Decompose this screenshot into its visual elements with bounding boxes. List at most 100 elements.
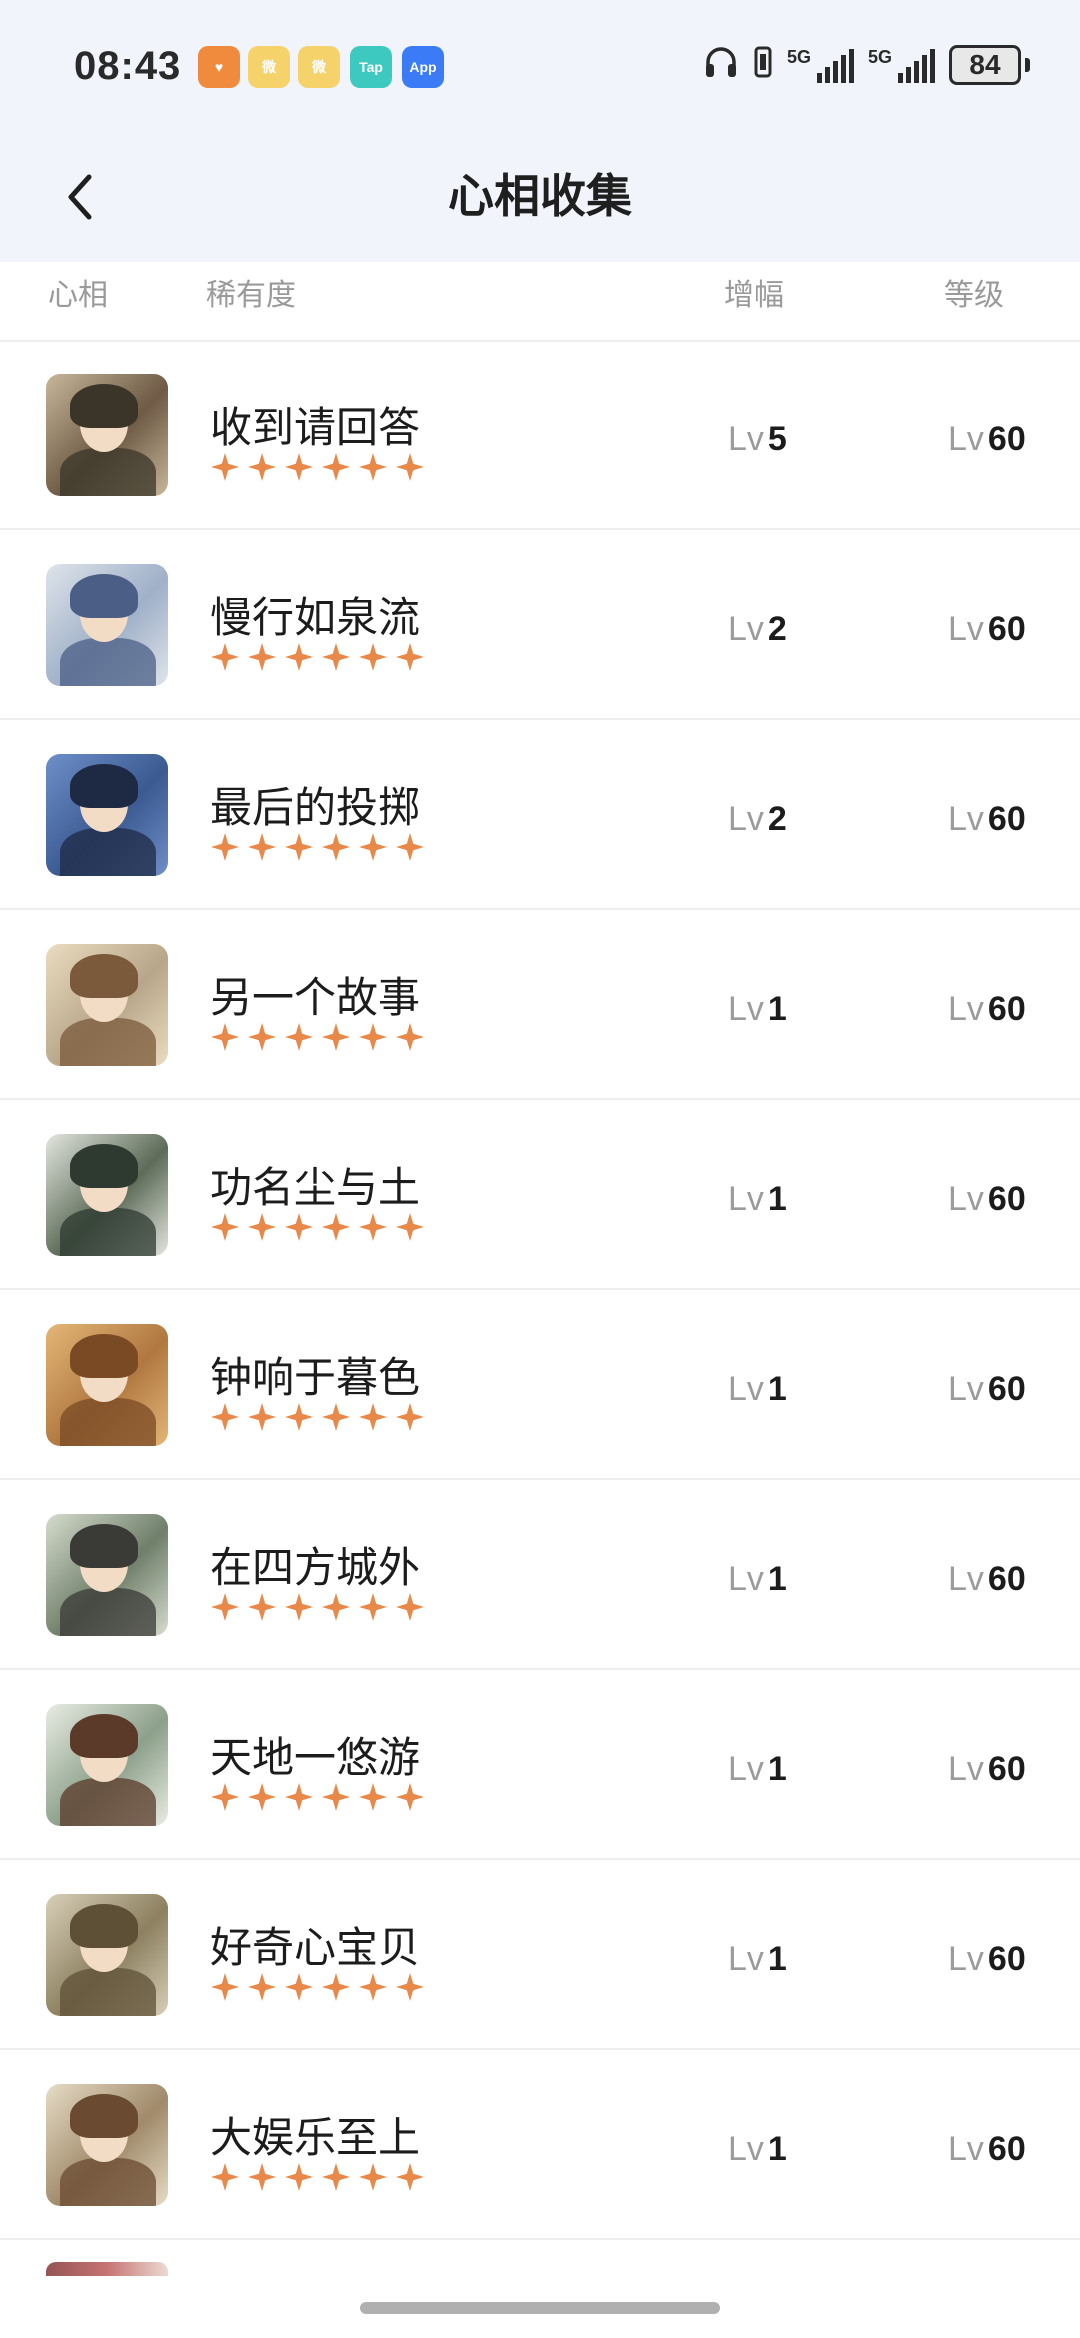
star-icon: [211, 453, 239, 481]
status-time: 08:43: [74, 44, 182, 88]
rarity-stars: [210, 832, 425, 862]
rarity-stars: [210, 1212, 425, 1242]
portrait-thumbnail: [46, 374, 168, 496]
star-icon: [211, 1973, 239, 2001]
health-app-icon: ♥: [198, 46, 240, 88]
list-item[interactable]: 收到请回答 Lv 5 Lv 60: [0, 340, 1080, 530]
vibrate-icon: [753, 44, 773, 85]
rarity-stars: [210, 2162, 425, 2192]
boost-level: Lv 1: [728, 1940, 787, 1978]
boost-level: Lv 1: [728, 990, 787, 1028]
boost-level: Lv 1: [728, 1750, 787, 1788]
character-level: Lv 60: [948, 610, 1026, 648]
character-level: Lv 60: [948, 1180, 1026, 1218]
rarity-stars: [210, 452, 425, 482]
character-level: Lv 60: [948, 990, 1026, 1028]
star-icon: [322, 1023, 350, 1051]
taptap-icon: Tap: [350, 46, 392, 88]
portrait-thumbnail: [46, 2084, 168, 2206]
star-icon: [211, 1403, 239, 1431]
portrait-name: 大娱乐至上: [210, 2113, 421, 2162]
portrait-thumbnail: [46, 1514, 168, 1636]
star-icon: [248, 453, 276, 481]
star-icon: [359, 1783, 387, 1811]
rarity-stars: [210, 1972, 425, 2002]
star-icon: [211, 1783, 239, 1811]
portrait-name: 好奇心宝贝: [210, 1923, 421, 1972]
column-header: 心相 稀有度 增幅 等级: [0, 262, 1080, 342]
portrait-thumbnail: [46, 564, 168, 686]
portrait-thumbnail: [46, 754, 168, 876]
star-icon: [359, 1973, 387, 2001]
star-icon: [248, 833, 276, 861]
star-icon: [359, 833, 387, 861]
star-icon: [396, 1403, 424, 1431]
list-item[interactable]: 大娱乐至上 Lv 1 Lv 60: [0, 2050, 1080, 2240]
star-icon: [396, 643, 424, 671]
star-icon: [248, 1783, 276, 1811]
headphones-icon: [703, 44, 739, 85]
portrait-name: 收到请回答: [210, 403, 421, 452]
star-icon: [359, 1213, 387, 1241]
list-item[interactable]: 好奇心宝贝 Lv 1 Lv 60: [0, 1860, 1080, 2050]
star-icon: [248, 1593, 276, 1621]
signal-5g-icon: 5G: [868, 47, 935, 83]
app-market-icon: App: [402, 46, 444, 88]
star-icon: [248, 1973, 276, 2001]
portrait-name: 在四方城外: [210, 1543, 421, 1592]
star-icon: [322, 1403, 350, 1431]
portrait-name: 慢行如泉流: [210, 593, 421, 642]
star-icon: [396, 2163, 424, 2191]
star-icon: [322, 1593, 350, 1621]
star-icon: [285, 643, 313, 671]
star-icon: [396, 1973, 424, 2001]
portrait-thumbnail: [46, 1134, 168, 1256]
character-level: Lv 60: [948, 800, 1026, 838]
rarity-stars: [210, 1592, 425, 1622]
list-item[interactable]: 另一个故事 Lv 1 Lv 60: [0, 910, 1080, 1100]
star-icon: [285, 833, 313, 861]
list-item[interactable]: 功名尘与土 Lv 1 Lv 60: [0, 1100, 1080, 1290]
home-indicator[interactable]: [360, 2302, 720, 2314]
list-item[interactable]: 天地一悠游 Lv 1 Lv 60: [0, 1670, 1080, 1860]
portrait-thumbnail: [46, 1324, 168, 1446]
list-item[interactable]: 钟响于暮色 Lv 1 Lv 60: [0, 1290, 1080, 1480]
list-item[interactable]: 最后的投掷 Lv 2 Lv 60: [0, 720, 1080, 910]
rarity-stars: [210, 1402, 425, 1432]
star-icon: [359, 1023, 387, 1051]
star-icon: [322, 453, 350, 481]
star-icon: [396, 1213, 424, 1241]
list-item[interactable]: 慢行如泉流 Lv 2 Lv 60: [0, 530, 1080, 720]
character-level: Lv 60: [948, 1940, 1026, 1978]
star-icon: [359, 1593, 387, 1621]
star-icon: [285, 1213, 313, 1241]
portrait-thumbnail: [46, 944, 168, 1066]
battery-cap: [1025, 57, 1030, 72]
boost-level: Lv 2: [728, 610, 787, 648]
rarity-stars: [210, 1782, 425, 1812]
star-icon: [248, 1023, 276, 1051]
star-icon: [211, 1593, 239, 1621]
character-level: Lv 60: [948, 1750, 1026, 1788]
star-icon: [248, 1213, 276, 1241]
list-item[interactable]: 在四方城外 Lv 1 Lv 60: [0, 1480, 1080, 1670]
star-icon: [322, 1213, 350, 1241]
portrait-thumbnail: [46, 1704, 168, 1826]
star-icon: [285, 2163, 313, 2191]
boost-level: Lv 1: [728, 1560, 787, 1598]
portrait-name: 钟响于暮色: [210, 1353, 421, 1402]
star-icon: [285, 1783, 313, 1811]
boost-level: Lv 1: [728, 1180, 787, 1218]
star-icon: [322, 833, 350, 861]
column-rarity: 稀有度: [206, 278, 296, 313]
star-icon: [285, 1023, 313, 1051]
portrait-name: 功名尘与土: [210, 1163, 421, 1212]
star-icon: [359, 2163, 387, 2191]
star-icon: [359, 643, 387, 671]
boost-level: Lv 1: [728, 2130, 787, 2168]
star-icon: [396, 1783, 424, 1811]
star-icon: [396, 1023, 424, 1051]
battery-level: 84: [969, 48, 1001, 80]
status-bar: 08:43 ♥ 微微 Tap App 5G 5G 84: [0, 0, 1080, 132]
character-level: Lv 60: [948, 420, 1026, 458]
